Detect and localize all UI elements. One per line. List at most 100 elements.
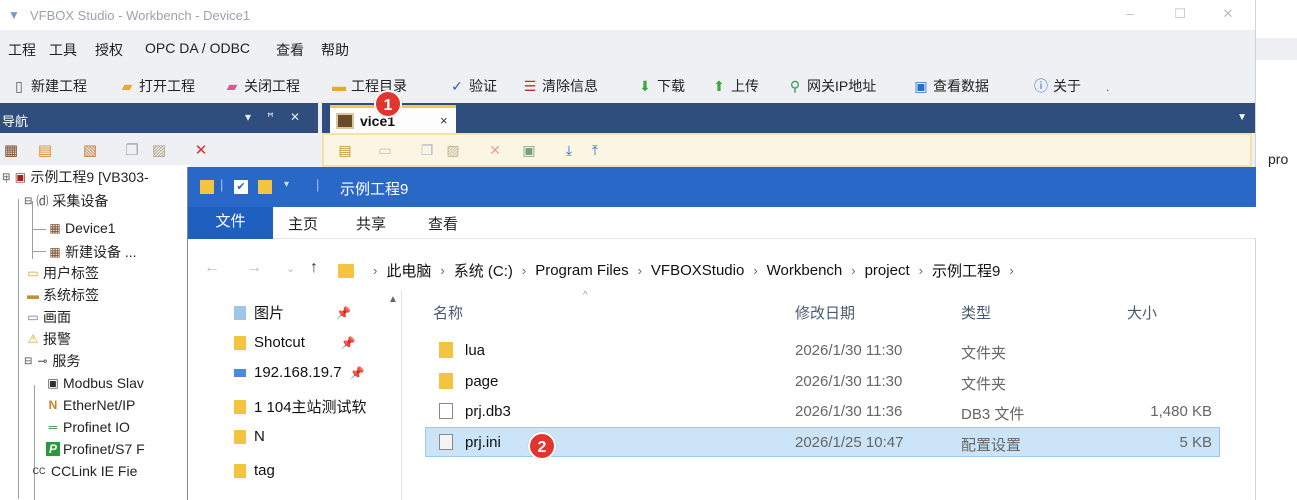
crumb-workbench[interactable]: Workbench [767,262,843,279]
refresh-icon[interactable]: ▣ [520,141,538,159]
tab-share[interactable]: 共享 [356,213,386,234]
copy-icon[interactable]: ❐ [123,142,141,160]
menu-help[interactable]: 帮助 [321,40,349,60]
quick-access-network[interactable]: 192.168.19.7 📌 [234,364,365,381]
quick-access-104-test[interactable]: 1 104主站测试软 [234,396,367,417]
quick-access-dropdown-icon[interactable]: ▾ [284,179,289,190]
tree-node-services[interactable]: ⊟ ⊸ 服务 [24,351,80,371]
tab-close-icon[interactable]: × [440,113,448,128]
tree-node-user-tags[interactable]: ▭ 用户标签 [26,263,99,283]
open-project-button[interactable]: ▰ 打开工程 [118,76,195,96]
file-row[interactable]: page 2026/1/30 11:30 文件夹 [425,367,1220,397]
close-window-button[interactable]: ✕ [1218,5,1238,23]
menu-opc[interactable]: OPC DA / ODBC [145,40,250,56]
tree-node-system-tags[interactable]: ▬ 系统标签 [26,285,99,305]
file-row[interactable]: lua 2026/1/30 11:30 文件夹 [425,336,1220,366]
quick-access-n[interactable]: N [234,428,265,445]
export-icon[interactable]: ⤒ [586,141,604,159]
tree-node-alarms[interactable]: ⚠ 报警 [26,329,71,349]
tree-node-screens[interactable]: ▭ 画面 [26,307,71,327]
pin-icon[interactable]: 📌 [336,306,351,320]
tree-node-profinet-s7[interactable]: P Profinet/S7 F [46,441,145,457]
column-type[interactable]: 类型 [961,302,991,323]
about-button[interactable]: ⓘ 关于 [1032,76,1081,96]
tree-node-project[interactable]: ⊟ ▣ 示例工程9 [VB303- [2,167,149,187]
file-size: 5 KB [1179,434,1212,451]
new-folder-icon[interactable] [258,180,272,194]
file-icon [439,403,453,423]
minimize-button[interactable]: – [1120,5,1140,23]
upload-button[interactable]: ⬆ 上传 [710,76,759,96]
close-project-button[interactable]: ▰ 关闭工程 [223,76,300,96]
new-doc-icon: ▯ [15,78,23,94]
ini-file-icon [439,434,453,454]
up-arrow-icon[interactable]: ↑ [310,259,318,277]
quick-access-pictures[interactable]: 图片 📌 [234,302,351,323]
right-panel-bar [1256,38,1297,60]
delete-icon[interactable]: ✕ [486,141,504,159]
copy-icon[interactable]: ❐ [418,141,436,159]
gateway-ip-button[interactable]: ⚲ 网关IP地址 [786,76,876,96]
quick-access-shotcut[interactable]: Shotcut 📌 [234,334,356,351]
clear-icon: ☰ [523,78,537,94]
tab-dropdown-icon[interactable]: ▼ [1237,112,1247,123]
scroll-up-icon[interactable]: ▲ [388,294,398,305]
maximize-button[interactable]: ☐ [1170,5,1190,23]
recent-dropdown-icon[interactable]: ⌄ [286,262,295,275]
tree-node-new-device[interactable]: ▦ 新建设备 ... [48,242,136,262]
add-device-icon[interactable]: ▤ [36,142,54,160]
tab-view[interactable]: 查看 [428,213,458,234]
tree-node-devices[interactable]: ⊟ ⒟ 采集设备 [24,191,108,211]
paste-icon[interactable]: ▨ [444,141,462,159]
annotation-badge: 2 [528,432,556,460]
quick-access-tag[interactable]: tag [234,462,275,479]
menu-project[interactable]: 工程 [8,40,36,60]
file-type: 文件夹 [961,376,1007,393]
device-icon[interactable]: ▦ [2,142,20,160]
crumb-example-project[interactable]: 示例工程9 [932,260,1000,281]
edit-icon[interactable]: ▭ [376,141,394,159]
import-icon[interactable]: ⤓ [560,141,578,159]
column-size[interactable]: 大小 [1127,302,1157,323]
file-modified: 2026/1/30 11:30 [795,342,903,359]
crumb-program-files[interactable]: Program Files [535,262,628,279]
crumb-project[interactable]: project [865,262,910,279]
tree-node-ethernet-ip[interactable]: N EtherNet/IP [46,397,136,413]
file-row[interactable]: prj.db3 2026/1/30 11:36 DB3 文件 1,480 KB [425,397,1220,427]
toolbar-overflow[interactable]: . [1106,80,1109,94]
menu-tools[interactable]: 工具 [49,40,77,60]
breadcrumb[interactable]: › 此电脑 › 系统 (C:) › Program Files › VFBOXStud… [338,260,1023,281]
tree-node-modbus-slave[interactable]: ▣ Modbus Slav [46,375,144,391]
crumb-this-pc[interactable]: 此电脑 [386,260,431,281]
add-icon[interactable]: ▤ [336,141,354,159]
close-icon[interactable]: ✕ [290,110,300,124]
panel-dropdown-icon[interactable]: ▾ [245,110,251,124]
properties-icon[interactable]: ▧ [81,142,99,160]
pin-icon[interactable]: 📌 [341,336,356,350]
forward-arrow-icon[interactable]: → [246,259,262,277]
pin-icon[interactable]: 📌 [350,366,365,380]
view-data-button[interactable]: ▣ 查看数据 [912,76,989,96]
explorer-ribbon: 文件 主页 共享 查看 [188,207,1256,239]
clear-info-button[interactable]: ☰ 清除信息 [521,76,598,96]
nav-scrollbar[interactable]: ▲ [384,290,402,500]
crumb-system-c[interactable]: 系统 (C:) [454,260,513,281]
column-modified[interactable]: 修改日期 [795,302,855,323]
verify-button[interactable]: ✓ 验证 [448,76,497,96]
tree-node-profinet-io[interactable]: ═ Profinet IO [46,419,130,435]
back-arrow-icon[interactable]: ← [204,259,220,277]
paste-icon[interactable]: ▨ [150,142,168,160]
pin-icon[interactable]: ꟸ [267,110,274,124]
tab-home[interactable]: 主页 [288,213,318,234]
column-name[interactable]: 名称 [433,302,463,323]
tree-node-device1[interactable]: ▦ Device1 [48,220,115,236]
tab-file[interactable]: 文件 [188,207,273,239]
properties-check-icon[interactable]: ✔ [234,180,248,194]
download-button[interactable]: ⬇ 下载 [636,76,685,96]
menu-view[interactable]: 查看 [276,40,304,60]
tree-node-cclink[interactable]: CC CCLink IE Fie [30,463,138,479]
menu-license[interactable]: 授权 [95,40,123,60]
crumb-vfboxstudio[interactable]: VFBOXStudio [651,262,744,279]
delete-icon[interactable]: ✕ [192,142,210,160]
new-project-button[interactable]: ▯ 新建工程 [10,76,87,96]
